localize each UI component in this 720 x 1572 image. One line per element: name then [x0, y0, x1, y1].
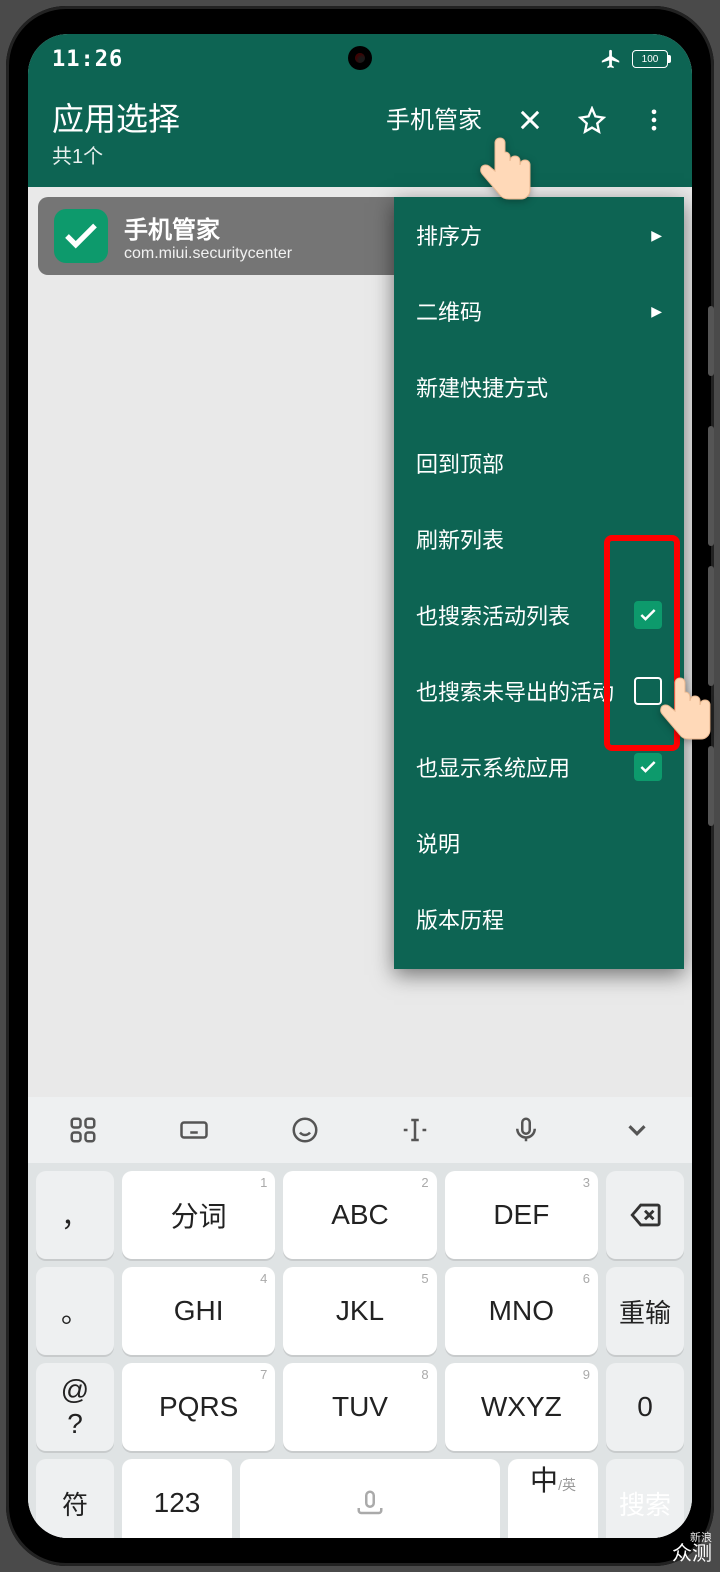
key-tuv[interactable]: 8TUV [283, 1363, 436, 1451]
key-search[interactable]: 搜索 [606, 1459, 684, 1538]
key-comma[interactable]: ， [36, 1171, 114, 1259]
keyboard-toolbar [28, 1097, 692, 1163]
checkbox-checked-icon[interactable] [634, 753, 662, 781]
menu-about[interactable]: 说明 [394, 805, 684, 881]
keyboard: ， 1分词 2ABC 3DEF 。 4GHI 5JKL 6MNO 重输 @? 7… [28, 1163, 692, 1538]
chevron-down-icon[interactable] [622, 1115, 652, 1145]
key-def[interactable]: 3DEF [445, 1171, 598, 1259]
menu-search-unexported[interactable]: 也搜索未导出的活动 [394, 653, 684, 729]
menu-show-system[interactable]: 也显示系统应用 [394, 729, 684, 805]
camera-notch [348, 46, 372, 70]
key-wxyz[interactable]: 9WXYZ [445, 1363, 598, 1451]
keyboard-icon[interactable] [179, 1115, 209, 1145]
key-backspace[interactable] [606, 1171, 684, 1259]
more-icon[interactable] [640, 106, 668, 134]
star-icon[interactable] [578, 106, 606, 134]
key-123[interactable]: 123 [122, 1459, 232, 1538]
app-package: com.miui.securitycenter [124, 245, 292, 263]
cursor-icon[interactable] [400, 1115, 430, 1145]
app-icon [54, 209, 108, 263]
key-clear[interactable]: 重输 [606, 1267, 684, 1355]
page-title: 应用选择 [52, 94, 180, 140]
key-jkl[interactable]: 5JKL [283, 1267, 436, 1355]
app-header: 应用选择 共1个 手机管家 [28, 84, 692, 187]
mic-icon[interactable] [511, 1115, 541, 1145]
checkbox-unchecked-icon[interactable] [634, 677, 662, 705]
key-abc[interactable]: 2ABC [283, 1171, 436, 1259]
menu-sort[interactable]: 排序方▶ [394, 197, 684, 273]
key-symbols[interactable]: 符 [36, 1459, 114, 1538]
app-name: 手机管家 [124, 210, 292, 245]
space-icon [355, 1488, 385, 1518]
key-period[interactable]: 。 [36, 1267, 114, 1355]
emoji-icon[interactable] [290, 1115, 320, 1145]
key-ghi[interactable]: 4GHI [122, 1267, 275, 1355]
menu-new-shortcut[interactable]: 新建快捷方式 [394, 349, 684, 425]
battery-icon: 100 [632, 50, 668, 68]
menu-scroll-top[interactable]: 回到顶部 [394, 425, 684, 501]
airplane-icon [600, 48, 622, 70]
clock: 11:26 [52, 47, 123, 72]
menu-refresh[interactable]: 刷新列表 [394, 501, 684, 577]
menu-qrcode[interactable]: 二维码▶ [394, 273, 684, 349]
key-mno[interactable]: 6MNO [445, 1267, 598, 1355]
checkbox-checked-icon[interactable] [634, 601, 662, 629]
overflow-menu: 排序方▶ 二维码▶ 新建快捷方式 回到顶部 刷新列表 也搜索活动列表 也搜索未导… [394, 197, 684, 969]
menu-search-activities[interactable]: 也搜索活动列表 [394, 577, 684, 653]
close-icon[interactable] [516, 106, 544, 134]
page-subtitle: 共1个 [52, 140, 180, 169]
key-split[interactable]: 1分词 [122, 1171, 275, 1259]
menu-version-history[interactable]: 版本历程 [394, 881, 684, 957]
key-pqrs[interactable]: 7PQRS [122, 1363, 275, 1451]
key-space[interactable] [240, 1459, 500, 1538]
apps-icon[interactable] [68, 1115, 98, 1145]
key-zero[interactable]: 0 [606, 1363, 684, 1451]
search-input[interactable]: 手机管家 [386, 100, 482, 139]
backspace-icon [628, 1198, 662, 1232]
key-at-question[interactable]: @? [36, 1363, 114, 1451]
watermark: 新浪 众测 [672, 1533, 712, 1564]
key-lang[interactable]: 中/英 [508, 1459, 598, 1538]
